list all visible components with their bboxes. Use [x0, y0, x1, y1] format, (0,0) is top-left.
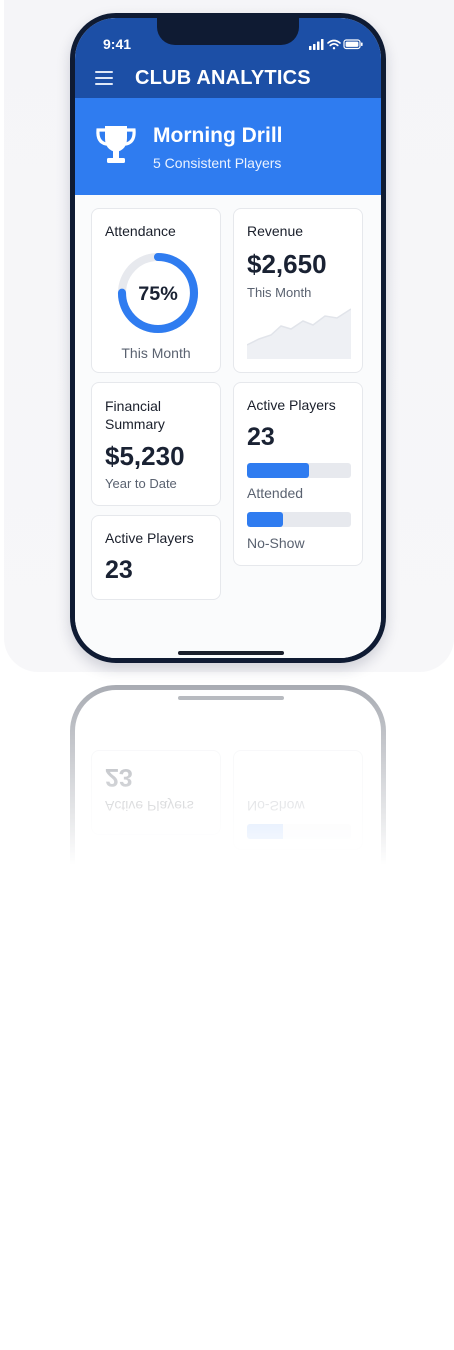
hero-title: Morning Drill	[153, 124, 283, 147]
attendance-card[interactable]: Attendance 75% This Month	[91, 208, 221, 373]
battery-icon	[343, 39, 363, 50]
active-players-value: 23	[247, 423, 275, 451]
revenue-card[interactable]: Revenue $2,650 This Month	[233, 208, 363, 373]
hero-banner[interactable]: Morning Drill 5 Consistent Players	[75, 98, 381, 195]
financial-summary-card[interactable]: Financial Summary $5,230 Year to Date	[91, 382, 221, 506]
no-show-bar-fill	[247, 512, 284, 527]
trophy-icon	[96, 126, 136, 163]
reflection-home-indicator	[178, 696, 284, 700]
reflection-bar-fill	[247, 824, 284, 839]
hero-subtitle: 5 Consistent Players	[153, 155, 282, 171]
reflection-frame: 23 Active Players No-Show	[70, 685, 386, 865]
attendance-donut: 75%	[117, 252, 199, 334]
financial-summary-title: Financial Summary	[105, 398, 165, 432]
no-show-label: No-Show	[247, 535, 305, 551]
home-indicator[interactable]	[178, 651, 284, 655]
attended-label: Attended	[247, 485, 304, 501]
reflection-title: Active Players	[105, 798, 194, 814]
attended-bar	[247, 463, 351, 478]
phone-notch	[157, 18, 299, 45]
signal-icon	[309, 39, 324, 50]
active-players-summary-value: 23	[105, 556, 133, 584]
attended-bar-fill	[247, 463, 310, 478]
menu-icon[interactable]	[95, 71, 113, 85]
status-icons	[309, 39, 363, 50]
reflection-bar	[247, 824, 351, 839]
phone-frame: 9:41 CLUB ANALYTICS Morning Drill 5 Cons…	[70, 13, 386, 663]
revenue-sparkline	[247, 308, 351, 359]
active-players-summary-title: Active Players	[105, 530, 194, 546]
revenue-period: This Month	[247, 285, 312, 300]
reflection-value: 23	[105, 763, 133, 791]
attendance-title: Attendance	[105, 223, 176, 239]
active-players-card[interactable]: Active Players 23 Attended No-Show	[233, 382, 363, 566]
active-players-title: Active Players	[247, 397, 336, 413]
status-time: 9:41	[103, 36, 132, 52]
app-title: CLUB ANALYTICS	[135, 67, 311, 89]
phone-reflection: 23 Active Players No-Show	[70, 685, 386, 865]
attendance-period: This Month	[121, 345, 191, 361]
dashboard-content: Attendance 75% This Month Revenue $2,650…	[75, 195, 381, 658]
no-show-bar	[247, 512, 351, 527]
reflection-no-show-label: No-Show	[247, 798, 305, 814]
revenue-title: Revenue	[247, 223, 304, 239]
active-players-summary-card[interactable]: Active Players 23	[91, 515, 221, 600]
wifi-icon	[327, 39, 341, 50]
revenue-value: $2,650	[247, 249, 327, 279]
financial-summary-value: $5,230	[105, 441, 185, 471]
attendance-percent: 75%	[138, 283, 178, 305]
financial-summary-period: Year to Date	[105, 476, 177, 491]
